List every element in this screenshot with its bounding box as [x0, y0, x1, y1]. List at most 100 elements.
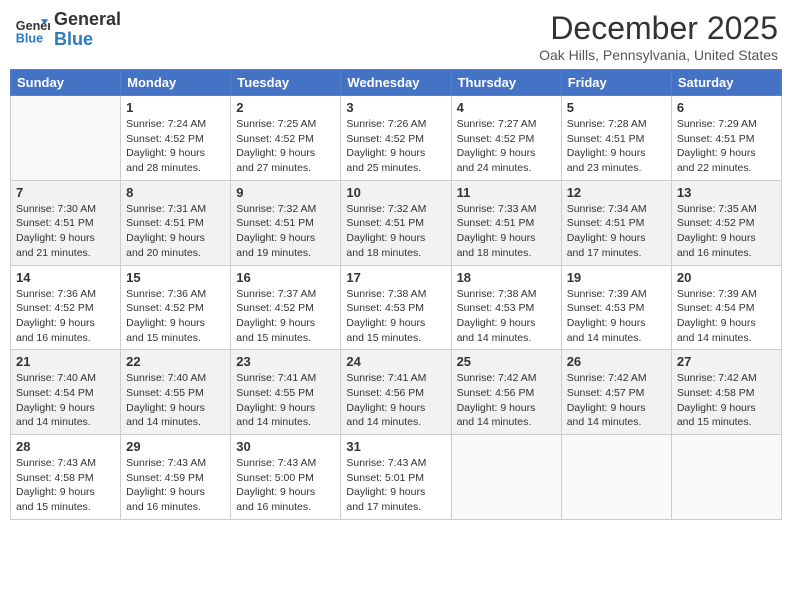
location: Oak Hills, Pennsylvania, United States [539, 47, 778, 63]
day-number: 21 [16, 354, 115, 369]
calendar-cell [451, 435, 561, 520]
calendar-cell: 8 Sunrise: 7:31 AMSunset: 4:51 PMDaylight… [121, 180, 231, 265]
day-number: 8 [126, 185, 225, 200]
day-info: Sunrise: 7:43 AMSunset: 4:58 PMDaylight:… [16, 456, 115, 515]
day-info: Sunrise: 7:43 AMSunset: 5:01 PMDaylight:… [346, 456, 445, 515]
day-number: 3 [346, 100, 445, 115]
calendar-cell: 25Sunrise: 7:42 AMSunset: 4:56 PMDayligh… [451, 350, 561, 435]
calendar-cell [11, 96, 121, 181]
page-header: General Blue GeneralBlue December 2025 O… [10, 10, 782, 63]
day-info: Sunrise: 7:33 AMSunset: 4:51 PMDaylight:… [457, 202, 556, 261]
day-info: Sunrise: 7:41 AMSunset: 4:55 PMDaylight:… [236, 371, 335, 430]
day-info: Sunrise: 7:38 AMSunset: 4:53 PMDaylight:… [346, 287, 445, 346]
calendar-cell: 27 Sunrise: 7:42 AMSunset: 4:58 PMDayligh… [671, 350, 781, 435]
calendar-week-row: 7 Sunrise: 7:30 AMSunset: 4:51 PMDaylight… [11, 180, 782, 265]
day-info: Sunrise: 7:34 AMSunset: 4:51 PMDaylight:… [567, 202, 666, 261]
col-header-tuesday: Tuesday [231, 70, 341, 96]
calendar-cell: 3 Sunrise: 7:26 AMSunset: 4:52 PMDaylight… [341, 96, 451, 181]
day-info: Sunrise: 7:39 AMSunset: 4:54 PMDaylight:… [677, 287, 776, 346]
calendar-week-row: 1Sunrise: 7:24 AMSunset: 4:52 PMDaylight… [11, 96, 782, 181]
calendar-cell: 20Sunrise: 7:39 AMSunset: 4:54 PMDayligh… [671, 265, 781, 350]
calendar-cell: 19 Sunrise: 7:39 AMSunset: 4:53 PMDayligh… [561, 265, 671, 350]
day-info: Sunrise: 7:37 AMSunset: 4:52 PMDaylight:… [236, 287, 335, 346]
col-header-sunday: Sunday [11, 70, 121, 96]
calendar-cell: 4 Sunrise: 7:27 AMSunset: 4:52 PMDaylight… [451, 96, 561, 181]
day-number: 11 [457, 185, 556, 200]
calendar-cell: 18 Sunrise: 7:38 AMSunset: 4:53 PMDayligh… [451, 265, 561, 350]
calendar-cell: 26Sunrise: 7:42 AMSunset: 4:57 PMDayligh… [561, 350, 671, 435]
day-info: Sunrise: 7:40 AMSunset: 4:54 PMDaylight:… [16, 371, 115, 430]
calendar-cell: 31 Sunrise: 7:43 AMSunset: 5:01 PMDayligh… [341, 435, 451, 520]
day-number: 12 [567, 185, 666, 200]
calendar-header-row: SundayMondayTuesdayWednesdayThursdayFrid… [11, 70, 782, 96]
col-header-monday: Monday [121, 70, 231, 96]
day-number: 4 [457, 100, 556, 115]
day-info: Sunrise: 7:39 AMSunset: 4:53 PMDaylight:… [567, 287, 666, 346]
calendar-cell: 14 Sunrise: 7:36 AMSunset: 4:52 PMDayligh… [11, 265, 121, 350]
day-info: Sunrise: 7:40 AMSunset: 4:55 PMDaylight:… [126, 371, 225, 430]
day-info: Sunrise: 7:43 AMSunset: 4:59 PMDaylight:… [126, 456, 225, 515]
logo-icon: General Blue [14, 12, 50, 48]
day-number: 2 [236, 100, 335, 115]
day-number: 24 [346, 354, 445, 369]
day-info: Sunrise: 7:36 AMSunset: 4:52 PMDaylight:… [126, 287, 225, 346]
day-info: Sunrise: 7:38 AMSunset: 4:53 PMDaylight:… [457, 287, 556, 346]
calendar-cell: 13 Sunrise: 7:35 AMSunset: 4:52 PMDayligh… [671, 180, 781, 265]
calendar-cell: 29Sunrise: 7:43 AMSunset: 4:59 PMDayligh… [121, 435, 231, 520]
day-info: Sunrise: 7:29 AMSunset: 4:51 PMDaylight:… [677, 117, 776, 176]
calendar-week-row: 28 Sunrise: 7:43 AMSunset: 4:58 PMDayligh… [11, 435, 782, 520]
day-number: 23 [236, 354, 335, 369]
svg-text:Blue: Blue [16, 31, 43, 45]
calendar-cell: 17 Sunrise: 7:38 AMSunset: 4:53 PMDayligh… [341, 265, 451, 350]
day-number: 6 [677, 100, 776, 115]
day-number: 13 [677, 185, 776, 200]
day-number: 9 [236, 185, 335, 200]
day-number: 27 [677, 354, 776, 369]
col-header-wednesday: Wednesday [341, 70, 451, 96]
calendar-cell: 23 Sunrise: 7:41 AMSunset: 4:55 PMDayligh… [231, 350, 341, 435]
day-number: 18 [457, 270, 556, 285]
calendar-week-row: 14 Sunrise: 7:36 AMSunset: 4:52 PMDayligh… [11, 265, 782, 350]
day-info: Sunrise: 7:42 AMSunset: 4:58 PMDaylight:… [677, 371, 776, 430]
calendar-cell: 1Sunrise: 7:24 AMSunset: 4:52 PMDaylight… [121, 96, 231, 181]
day-info: Sunrise: 7:31 AMSunset: 4:51 PMDaylight:… [126, 202, 225, 261]
day-info: Sunrise: 7:43 AMSunset: 5:00 PMDaylight:… [236, 456, 335, 515]
calendar-cell: 16Sunrise: 7:37 AMSunset: 4:52 PMDayligh… [231, 265, 341, 350]
logo-blue: Blue [54, 30, 121, 50]
day-number: 17 [346, 270, 445, 285]
day-number: 19 [567, 270, 666, 285]
day-info: Sunrise: 7:25 AMSunset: 4:52 PMDaylight:… [236, 117, 335, 176]
day-number: 28 [16, 439, 115, 454]
day-info: Sunrise: 7:35 AMSunset: 4:52 PMDaylight:… [677, 202, 776, 261]
calendar-cell [671, 435, 781, 520]
col-header-friday: Friday [561, 70, 671, 96]
title-block: December 2025 Oak Hills, Pennsylvania, U… [539, 10, 778, 63]
day-info: Sunrise: 7:28 AMSunset: 4:51 PMDaylight:… [567, 117, 666, 176]
day-info: Sunrise: 7:26 AMSunset: 4:52 PMDaylight:… [346, 117, 445, 176]
calendar-cell: 12 Sunrise: 7:34 AMSunset: 4:51 PMDayligh… [561, 180, 671, 265]
calendar-cell: 28 Sunrise: 7:43 AMSunset: 4:58 PMDayligh… [11, 435, 121, 520]
day-number: 5 [567, 100, 666, 115]
day-number: 10 [346, 185, 445, 200]
logo: General Blue GeneralBlue [14, 10, 121, 50]
day-info: Sunrise: 7:32 AMSunset: 4:51 PMDaylight:… [346, 202, 445, 261]
day-number: 15 [126, 270, 225, 285]
day-info: Sunrise: 7:42 AMSunset: 4:56 PMDaylight:… [457, 371, 556, 430]
day-number: 7 [16, 185, 115, 200]
day-info: Sunrise: 7:27 AMSunset: 4:52 PMDaylight:… [457, 117, 556, 176]
calendar-week-row: 21 Sunrise: 7:40 AMSunset: 4:54 PMDayligh… [11, 350, 782, 435]
calendar-cell: 7 Sunrise: 7:30 AMSunset: 4:51 PMDaylight… [11, 180, 121, 265]
calendar-cell: 21 Sunrise: 7:40 AMSunset: 4:54 PMDayligh… [11, 350, 121, 435]
day-number: 14 [16, 270, 115, 285]
calendar-cell: 6 Sunrise: 7:29 AMSunset: 4:51 PMDaylight… [671, 96, 781, 181]
calendar-cell [561, 435, 671, 520]
day-info: Sunrise: 7:32 AMSunset: 4:51 PMDaylight:… [236, 202, 335, 261]
day-number: 31 [346, 439, 445, 454]
day-info: Sunrise: 7:36 AMSunset: 4:52 PMDaylight:… [16, 287, 115, 346]
calendar-cell: 5 Sunrise: 7:28 AMSunset: 4:51 PMDaylight… [561, 96, 671, 181]
col-header-thursday: Thursday [451, 70, 561, 96]
day-info: Sunrise: 7:30 AMSunset: 4:51 PMDaylight:… [16, 202, 115, 261]
day-number: 1 [126, 100, 225, 115]
calendar-cell: 30Sunrise: 7:43 AMSunset: 5:00 PMDayligh… [231, 435, 341, 520]
col-header-saturday: Saturday [671, 70, 781, 96]
